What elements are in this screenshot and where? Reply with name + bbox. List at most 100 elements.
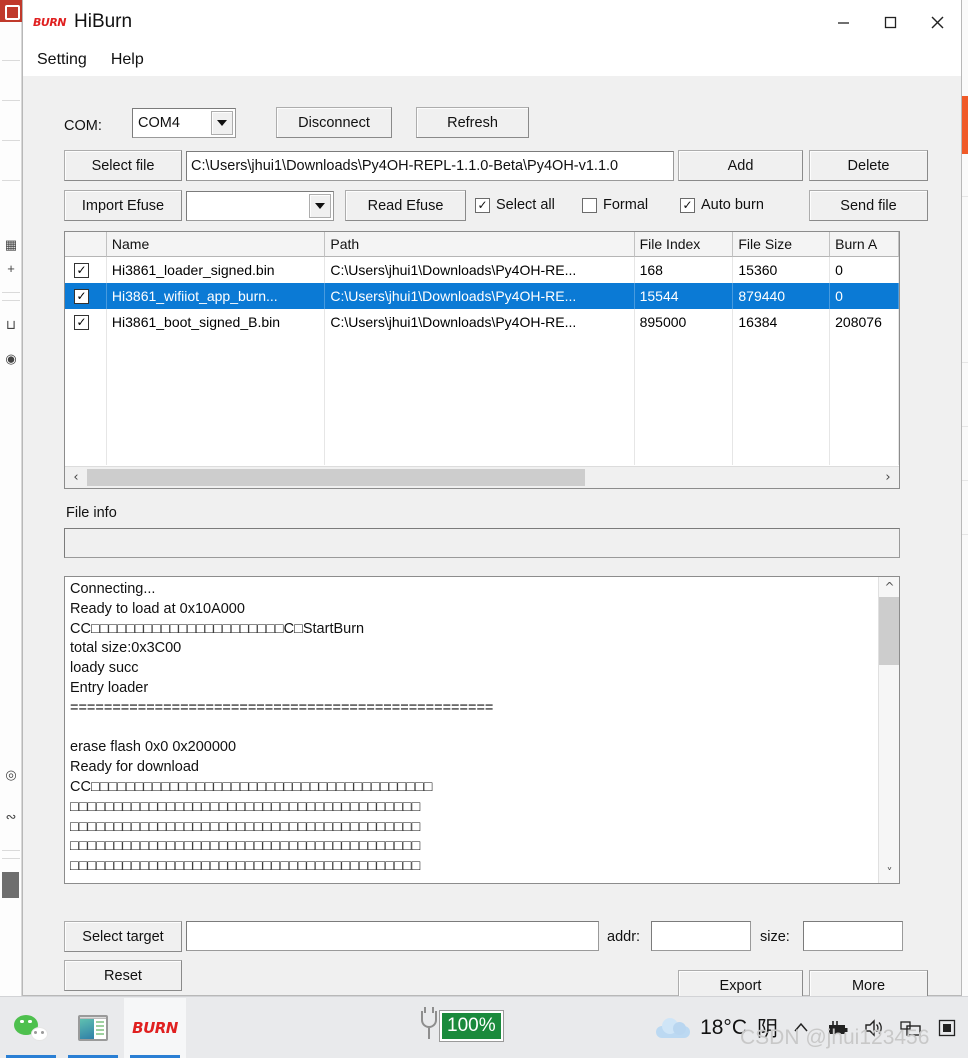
minimize-button[interactable] bbox=[820, 0, 867, 44]
maximize-button[interactable] bbox=[867, 0, 914, 44]
cell-file-size: 879440 bbox=[733, 283, 831, 309]
table-header-file-index[interactable]: File Index bbox=[634, 232, 734, 257]
chevron-down-icon[interactable] bbox=[309, 194, 331, 218]
row-checkbox[interactable]: ✓ bbox=[74, 288, 89, 304]
table-empty-row bbox=[65, 387, 899, 413]
add-button[interactable]: Add bbox=[678, 150, 803, 181]
scroll-left-icon[interactable]: ‹ bbox=[65, 467, 87, 488]
background-rail-scrollbar[interactable] bbox=[2, 872, 19, 898]
title-bar: BURN HiBurn bbox=[23, 0, 961, 44]
size-label: size: bbox=[760, 929, 790, 945]
auto-burn-checkbox[interactable]: ✓ Auto burn bbox=[680, 197, 764, 213]
log-console-text: Connecting... Ready to load at 0x10A000 … bbox=[70, 581, 494, 875]
window-title: HiBurn bbox=[74, 11, 133, 32]
com-port-select[interactable]: COM4 bbox=[132, 108, 236, 138]
menu-item-help[interactable]: Help bbox=[99, 48, 156, 72]
com-port-value: COM4 bbox=[138, 115, 180, 131]
background-left-toolbar: ▦ + ⊔ ◉ ◎ ∾ bbox=[0, 0, 22, 996]
weather-cloud-icon bbox=[656, 1018, 691, 1038]
cell-path: C:\Users\jhui1\Downloads\Py4OH-RE... bbox=[325, 309, 635, 335]
table-row[interactable]: ✓ Hi3861_boot_signed_B.bin C:\Users\jhui… bbox=[65, 309, 899, 335]
close-button[interactable] bbox=[914, 0, 961, 44]
window-preview-icon bbox=[78, 1014, 108, 1041]
cell-file-size: 15360 bbox=[733, 257, 831, 283]
taskbar-item-window-preview[interactable] bbox=[62, 998, 124, 1058]
maximize-icon bbox=[884, 16, 897, 28]
checkbox-checked-icon: ✓ bbox=[475, 197, 490, 213]
send-file-button[interactable]: Send file bbox=[809, 190, 928, 221]
table-header-file-size[interactable]: File Size bbox=[733, 232, 831, 257]
table-empty-row bbox=[65, 361, 899, 387]
notification-icon bbox=[938, 1019, 956, 1037]
power-plug-icon bbox=[418, 1007, 440, 1041]
console-vertical-scrollbar[interactable]: ^ ˅ bbox=[878, 577, 899, 883]
select-file-button[interactable]: Select file bbox=[64, 150, 182, 181]
wechat-icon bbox=[14, 1014, 48, 1041]
table-empty-row bbox=[65, 413, 899, 439]
table-header-path[interactable]: Path bbox=[325, 232, 635, 257]
size-input[interactable] bbox=[803, 921, 903, 951]
taskbar: BURN 100% 18°C 阴 CSDN @jhui123456 bbox=[0, 996, 968, 1058]
table-tool-icon: ⊔ bbox=[5, 317, 17, 332]
battery-status[interactable]: 100% bbox=[418, 1007, 503, 1041]
target-input[interactable] bbox=[186, 921, 599, 951]
hiburn-window: BURN HiBurn Setting Help COM: COM4 Disco… bbox=[22, 0, 962, 1001]
hscroll-track[interactable] bbox=[87, 467, 877, 488]
taskbar-item-hiburn[interactable]: BURN bbox=[124, 997, 186, 1058]
background-app-tab-icon bbox=[0, 0, 22, 22]
cell-file-index: 168 bbox=[635, 257, 734, 283]
log-console[interactable]: Connecting... Ready to load at 0x10A000 … bbox=[64, 576, 900, 884]
cell-file-size: 16384 bbox=[733, 309, 831, 335]
file-table[interactable]: Name Path File Index File Size Burn A ✓ … bbox=[64, 231, 900, 489]
table-horizontal-scrollbar[interactable]: ‹ › bbox=[65, 466, 899, 488]
select-all-label: Select all bbox=[496, 197, 555, 213]
hscroll-thumb[interactable] bbox=[87, 469, 585, 486]
reset-button[interactable]: Reset bbox=[64, 960, 182, 991]
minimize-icon bbox=[838, 21, 849, 24]
table-header-name[interactable]: Name bbox=[106, 232, 326, 257]
refresh-button[interactable]: Refresh bbox=[416, 107, 529, 138]
file-path-input[interactable]: C:\Users\jhui1\Downloads\Py4OH-REPL-1.1.… bbox=[186, 151, 674, 181]
formal-checkbox[interactable]: Formal bbox=[582, 197, 648, 213]
cell-path: C:\Users\jhui1\Downloads\Py4OH-RE... bbox=[325, 283, 635, 309]
cell-burn-addr: 0 bbox=[830, 283, 899, 309]
checkbox-unchecked-icon bbox=[582, 197, 597, 213]
row-checkbox[interactable]: ✓ bbox=[74, 262, 89, 278]
row-checkbox[interactable]: ✓ bbox=[74, 314, 89, 330]
table-header-check[interactable] bbox=[65, 232, 107, 257]
checkbox-checked-icon: ✓ bbox=[680, 197, 695, 213]
close-icon bbox=[931, 16, 944, 28]
menu-bar: Setting Help bbox=[23, 44, 961, 76]
menu-item-setting[interactable]: Setting bbox=[25, 48, 99, 72]
crosshair-icon: + bbox=[7, 261, 15, 276]
efuse-select[interactable] bbox=[186, 191, 334, 221]
cell-burn-addr: 0 bbox=[830, 257, 899, 283]
addr-input[interactable] bbox=[651, 921, 751, 951]
delete-button[interactable]: Delete bbox=[809, 150, 928, 181]
scroll-down-icon[interactable]: ˅ bbox=[879, 863, 899, 883]
table-row[interactable]: ✓ Hi3861_loader_signed.bin C:\Users\jhui… bbox=[65, 257, 899, 283]
disconnect-button[interactable]: Disconnect bbox=[276, 107, 392, 138]
branch-tool-icon: ∾ bbox=[5, 809, 17, 824]
scroll-up-icon[interactable]: ^ bbox=[879, 577, 899, 597]
hiburn-icon: BURN bbox=[132, 1018, 178, 1037]
select-target-button[interactable]: Select target bbox=[64, 921, 182, 952]
table-row[interactable]: ✓ Hi3861_wifiiot_app_burn... C:\Users\jh… bbox=[65, 283, 899, 309]
select-all-checkbox[interactable]: ✓ Select all bbox=[475, 197, 555, 213]
battery-percent: 100% bbox=[440, 1011, 503, 1041]
com-label: COM: bbox=[64, 118, 102, 134]
read-efuse-button[interactable]: Read Efuse bbox=[345, 190, 466, 221]
cell-name: Hi3861_loader_signed.bin bbox=[107, 257, 326, 283]
import-efuse-button[interactable]: Import Efuse bbox=[64, 190, 182, 221]
watermark: CSDN @jhui123456 bbox=[740, 1026, 930, 1049]
auto-burn-label: Auto burn bbox=[701, 197, 764, 213]
scroll-right-icon[interactable]: › bbox=[877, 467, 899, 488]
cell-file-index: 895000 bbox=[635, 309, 734, 335]
chevron-down-icon[interactable] bbox=[211, 111, 233, 135]
cell-path: C:\Users\jhui1\Downloads\Py4OH-RE... bbox=[325, 257, 635, 283]
table-header-burn-addr[interactable]: Burn A bbox=[830, 232, 899, 257]
action-center-button[interactable] bbox=[936, 1017, 958, 1039]
taskbar-item-wechat[interactable] bbox=[0, 998, 62, 1058]
vscroll-thumb[interactable] bbox=[879, 597, 899, 665]
file-info-label: File info bbox=[66, 505, 117, 521]
